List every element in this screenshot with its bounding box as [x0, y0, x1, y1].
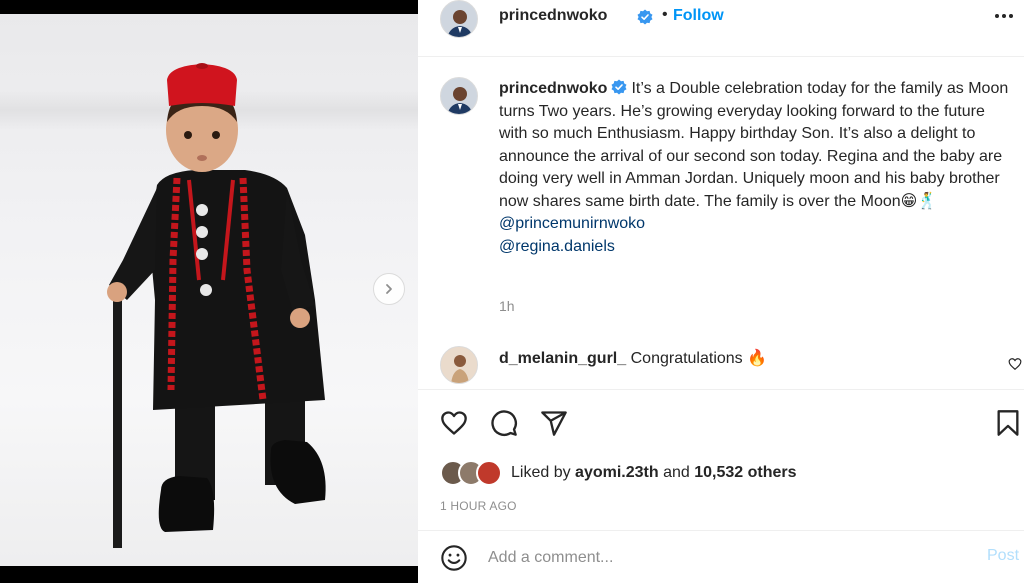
comment-item: d_melanin_gurl_ Congratulations 🔥	[499, 348, 767, 368]
likers-avatars[interactable]	[440, 460, 506, 486]
post-caption: princednwoko It’s a Double celebration t…	[499, 78, 1009, 258]
action-section: Liked by ayomi.23th and 10,532 others 1 …	[418, 389, 1024, 583]
comment-input[interactable]	[488, 543, 958, 573]
child-figure	[107, 63, 326, 548]
photo-letterbox-top	[0, 0, 418, 14]
follow-button[interactable]: Follow	[673, 7, 724, 25]
smiley-face-icon[interactable]	[440, 544, 468, 572]
more-options-icon[interactable]	[992, 7, 1016, 25]
separator-dot: •	[662, 6, 668, 23]
verified-badge-icon	[611, 79, 627, 95]
avatar[interactable]	[440, 0, 478, 38]
caption-avatar[interactable]	[440, 77, 478, 115]
chevron-right-icon	[386, 284, 392, 294]
liker-username[interactable]: ayomi.23th	[575, 464, 659, 481]
photo-letterbox-bottom	[0, 566, 418, 583]
mention-link[interactable]: @regina.daniels	[499, 236, 1009, 259]
avatar	[476, 460, 502, 486]
comment-bubble-icon[interactable]	[490, 409, 518, 437]
post-comment-button[interactable]: Post	[987, 547, 1019, 565]
likes-joiner: and	[663, 464, 690, 481]
comment-username[interactable]: d_melanin_gurl_	[499, 350, 626, 367]
paper-plane-icon[interactable]	[540, 409, 568, 437]
verified-badge-icon	[637, 9, 653, 25]
caption-username[interactable]: princednwoko	[499, 80, 607, 97]
heart-icon[interactable]	[1008, 357, 1022, 371]
bookmark-icon[interactable]	[994, 409, 1022, 437]
caption-time[interactable]: 1h	[499, 298, 515, 314]
comment-avatar[interactable]	[440, 346, 478, 384]
next-photo-button[interactable]	[373, 273, 405, 305]
profile-photo	[441, 1, 477, 37]
profile-photo	[441, 347, 477, 383]
mention-link[interactable]: @princemunirnwoko	[499, 213, 1009, 236]
likes-summary: Liked by ayomi.23th and 10,532 others	[511, 464, 797, 482]
post-header: princednwoko • Follow	[418, 0, 1024, 57]
heart-icon[interactable]	[440, 409, 468, 437]
post-panel: princednwoko • Follow princednwoko It’s …	[418, 0, 1024, 583]
likes-prefix: Liked by	[511, 464, 571, 481]
comment-text: Congratulations 🔥	[630, 350, 768, 367]
caption-text: It’s a Double celebration today for the …	[499, 80, 1009, 210]
post-photo[interactable]	[0, 0, 418, 583]
add-comment-bar: Post	[418, 530, 1024, 583]
header-username[interactable]: princednwoko	[499, 7, 607, 25]
likes-others[interactable]: 10,532 others	[694, 464, 796, 481]
profile-photo	[441, 78, 477, 114]
post-timestamp[interactable]: 1 HOUR AGO	[440, 499, 517, 513]
